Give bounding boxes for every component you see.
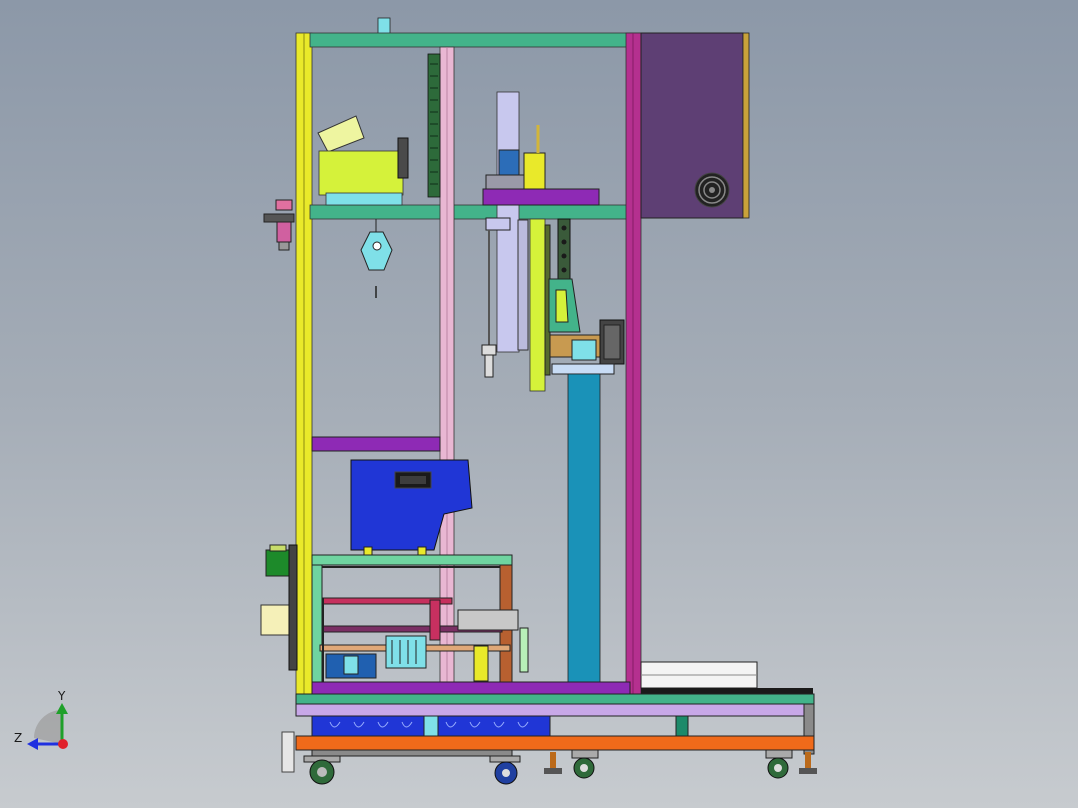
lifting-hook[interactable] bbox=[360, 231, 393, 271]
machine-assembly-drawing[interactable]: Y Z bbox=[0, 0, 1078, 808]
cad-viewport[interactable]: Y Z bbox=[0, 0, 1078, 808]
feeder-base bbox=[325, 192, 403, 206]
purple-crossbar-lower[interactable] bbox=[311, 436, 441, 452]
leveling-foot-1 bbox=[544, 752, 562, 774]
air-filter-regulator[interactable] bbox=[263, 199, 295, 251]
z-axis-label: Z bbox=[14, 731, 22, 745]
y-axis-label: Y bbox=[57, 689, 66, 703]
teal-lift-column[interactable] bbox=[567, 373, 601, 685]
caster-wheel-left bbox=[303, 755, 341, 785]
coordinate-triad[interactable]: Y Z bbox=[14, 689, 68, 750]
feeder-box[interactable] bbox=[318, 150, 404, 196]
column-head-plate bbox=[551, 363, 615, 375]
cooling-fan-icon bbox=[694, 172, 730, 208]
middle-shelf-bar[interactable] bbox=[309, 204, 631, 220]
top-connector bbox=[377, 17, 391, 35]
green-base-beam[interactable] bbox=[295, 693, 815, 705]
cabinet-door-edge bbox=[742, 32, 750, 219]
purple-base-rail[interactable] bbox=[311, 681, 631, 695]
green-control-box[interactable] bbox=[265, 549, 291, 577]
x-axis-origin bbox=[58, 739, 68, 749]
feeder-bracket bbox=[397, 137, 409, 179]
purple-carriage-plate[interactable] bbox=[482, 188, 600, 206]
caster-wheel-mid bbox=[489, 755, 521, 785]
caster-wheel-right-2 bbox=[765, 749, 793, 779]
top-crossbar[interactable] bbox=[309, 32, 641, 48]
orange-base-frame[interactable] bbox=[295, 735, 815, 751]
lime-guide-column[interactable] bbox=[529, 218, 546, 392]
cart-top-bar bbox=[311, 554, 513, 566]
leveling-foot-2 bbox=[799, 752, 817, 774]
cream-junction-box[interactable] bbox=[260, 604, 292, 636]
right-upright-post[interactable] bbox=[625, 32, 642, 696]
cable-chain-vertical bbox=[427, 53, 441, 198]
caster-wheel-right-1 bbox=[571, 749, 599, 779]
feeder-lid bbox=[317, 115, 365, 153]
actuator-top-cylinder bbox=[523, 152, 546, 190]
